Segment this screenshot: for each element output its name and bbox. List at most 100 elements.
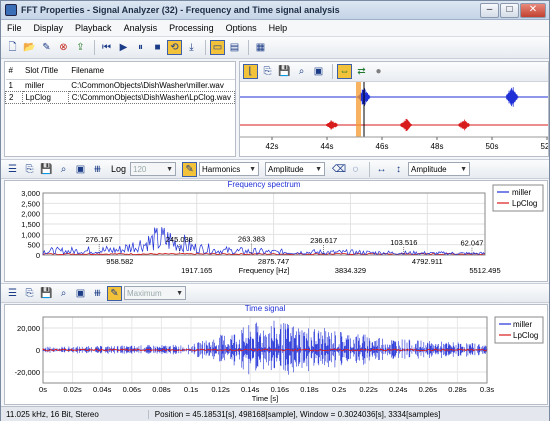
tick-label: 46s bbox=[376, 142, 389, 151]
x-tick-label: 2875.747 bbox=[258, 257, 289, 266]
horizontal-arrows-icon[interactable]: ↔ bbox=[374, 162, 389, 177]
highlight-icon[interactable]: ✎ bbox=[182, 161, 198, 177]
peak-annotation: 236.617 bbox=[310, 236, 337, 245]
overview-panel: ⌊ ⎘ 💾 ⌕ ▣ ⇔ ⇄ ● 42s 44s 46s 48s 50s 52s bbox=[239, 61, 549, 157]
save-icon[interactable]: 💾 bbox=[39, 286, 54, 301]
menu-playback[interactable]: Playback bbox=[69, 23, 118, 33]
col-title[interactable]: Slot /Title bbox=[22, 62, 69, 80]
open-file-icon[interactable]: 📂 bbox=[22, 40, 37, 55]
series-miller bbox=[42, 320, 488, 375]
sync-icon[interactable]: ⇄ bbox=[354, 64, 369, 79]
overview-waveform[interactable]: 42s 44s 46s 48s 50s 52s bbox=[240, 82, 548, 156]
menu-analysis[interactable]: Analysis bbox=[118, 23, 164, 33]
row-filename: C:\CommonObjects\DishWasher\LpClog.wav bbox=[67, 90, 236, 104]
x-axis-label: Frequency [Hz] bbox=[239, 266, 290, 275]
y-tick-label: 3,000 bbox=[21, 189, 40, 198]
play-icon[interactable]: ▶ bbox=[116, 40, 131, 55]
highlight-icon[interactable]: ✎ bbox=[107, 285, 122, 301]
eraser-icon[interactable]: ⌫ bbox=[331, 162, 346, 177]
col-filename[interactable]: Filename bbox=[68, 62, 235, 80]
image-icon[interactable]: ▣ bbox=[311, 64, 326, 79]
toolbar-separator bbox=[369, 161, 371, 177]
list-icon[interactable]: ☰ bbox=[5, 286, 20, 301]
minimize-button[interactable]: – bbox=[480, 2, 499, 18]
menu-help[interactable]: Help bbox=[263, 23, 294, 33]
record-icon[interactable]: ⤓ bbox=[184, 40, 199, 55]
x-tick-label: 0.24s bbox=[389, 385, 408, 394]
table-row[interactable]: 1 miller C:\CommonObjects\DishWasher\mil… bbox=[6, 79, 235, 91]
chevron-down-icon: ▼ bbox=[315, 165, 323, 173]
image-icon[interactable]: ▣ bbox=[73, 162, 88, 177]
copy-icon[interactable]: ⎘ bbox=[260, 64, 275, 79]
status-format: 11.025 kHz, 16 Bit, Stereo bbox=[6, 409, 99, 419]
copy-icon[interactable]: ⎘ bbox=[22, 286, 37, 301]
status-bar: 11.025 kHz, 16 Bit, Stereo Position = 45… bbox=[1, 406, 549, 421]
x-tick-label: 3834.329 bbox=[335, 266, 366, 275]
stop-icon[interactable]: ■ bbox=[150, 40, 165, 55]
y-tick-label: 0 bbox=[36, 251, 40, 260]
zoom-icon[interactable]: ⌕ bbox=[56, 286, 71, 301]
menu-file[interactable]: File bbox=[1, 23, 28, 33]
image-icon[interactable]: ▣ bbox=[73, 286, 88, 301]
y-tick-label: 20,000 bbox=[17, 324, 40, 333]
x-tick-label: 0.26s bbox=[419, 385, 438, 394]
legend-label-lpclog: LpClog bbox=[512, 199, 537, 208]
import-icon[interactable]: ⇪ bbox=[73, 40, 88, 55]
vertical-arrows-icon[interactable]: ↕ bbox=[391, 162, 406, 177]
toolbar-separator bbox=[248, 40, 249, 55]
maximum-select[interactable]: Maximum ▼ bbox=[124, 286, 186, 300]
harmonics-value: Harmonics bbox=[202, 164, 241, 174]
zoom-icon[interactable]: ⌕ bbox=[294, 64, 309, 79]
link-icon[interactable]: ⇔ bbox=[337, 64, 352, 79]
save-icon[interactable]: 💾 bbox=[277, 64, 292, 79]
pause-icon[interactable]: ⏸ bbox=[133, 40, 148, 55]
chevron-down-icon: ▼ bbox=[460, 165, 468, 173]
toolbar-separator bbox=[94, 40, 95, 55]
layout-split-icon[interactable]: ▤ bbox=[227, 40, 242, 55]
menu-options[interactable]: Options bbox=[220, 23, 263, 33]
zoom-icon[interactable]: ⌕ bbox=[56, 162, 71, 177]
tick-label: 44s bbox=[321, 142, 334, 151]
properties-icon[interactable]: ▦ bbox=[253, 40, 268, 55]
col-number[interactable]: # bbox=[5, 62, 23, 80]
log-label: Log bbox=[111, 164, 127, 174]
skip-back-icon[interactable]: ⏮ bbox=[99, 40, 114, 55]
cursor-tool-icon[interactable]: ⌊ bbox=[243, 64, 258, 79]
menu-bar: File Display Playback Analysis Processin… bbox=[1, 20, 549, 37]
menu-display[interactable]: Display bbox=[28, 23, 70, 33]
remove-icon[interactable]: ⊗ bbox=[56, 40, 71, 55]
y-tick-label: 2,000 bbox=[21, 210, 40, 219]
grid-icon[interactable]: ⧻ bbox=[90, 162, 105, 177]
harmonics-select[interactable]: Harmonics ▼ bbox=[199, 162, 260, 176]
new-file-icon[interactable]: 🗋 bbox=[5, 40, 20, 55]
y-tick-label: 500 bbox=[27, 241, 40, 250]
grid-icon[interactable]: ⧻ bbox=[90, 286, 105, 301]
edit-file-icon[interactable]: ✎ bbox=[39, 40, 54, 55]
table-row[interactable]: 2 LpClog C:\CommonObjects\DishWasher\LpC… bbox=[5, 90, 236, 104]
toolbar-separator bbox=[332, 64, 333, 79]
x-tick-label: 1917.165 bbox=[181, 266, 212, 275]
layout-single-icon[interactable]: ▭ bbox=[210, 40, 225, 55]
chevron-down-icon: ▼ bbox=[249, 165, 257, 173]
amplitude-scale-select[interactable]: Amplitude ▼ bbox=[408, 162, 471, 176]
eraser-alt-icon[interactable]: ◌ bbox=[348, 162, 363, 177]
file-table: # Slot /Title Filename 1 miller C:\Commo… bbox=[5, 62, 236, 104]
maximize-button[interactable]: □ bbox=[500, 2, 519, 18]
list-icon[interactable]: ☰ bbox=[5, 162, 20, 177]
frequency-spectrum-chart[interactable]: Frequency spectrum 3,0002,500 2,0001,5001,… bbox=[5, 180, 547, 281]
close-button[interactable]: ✕ bbox=[520, 2, 546, 18]
record-dot-icon[interactable]: ● bbox=[371, 64, 386, 79]
log-range-select[interactable]: 120 ▼ bbox=[130, 162, 177, 176]
title-bar: FFT Properties - Signal Analyzer (32) - … bbox=[1, 1, 549, 20]
main-toolbar: 🗋 📂 ✎ ⊗ ⇪ ⏮ ▶ ⏸ ■ ⟲ ⤓ ▭ ▤ ▦ bbox=[1, 37, 549, 59]
copy-icon[interactable]: ⎘ bbox=[22, 162, 37, 177]
time-signal-chart[interactable]: Time signal 20,000 0 -20,000 0s 0.02s 0.04s 0.0… bbox=[5, 304, 547, 404]
overview-toolbar: ⌊ ⎘ 💾 ⌕ ▣ ⇔ ⇄ ● bbox=[240, 62, 548, 82]
row-filename: C:\CommonObjects\DishWasher\miller.wav bbox=[71, 80, 224, 90]
menu-processing[interactable]: Processing bbox=[163, 23, 220, 33]
x-tick-label: 0.16s bbox=[271, 385, 290, 394]
x-tick-label: 0.3s bbox=[480, 385, 494, 394]
save-icon[interactable]: 💾 bbox=[39, 162, 54, 177]
loop-icon[interactable]: ⟲ bbox=[167, 40, 182, 55]
amplitude-select[interactable]: Amplitude ▼ bbox=[265, 162, 326, 176]
